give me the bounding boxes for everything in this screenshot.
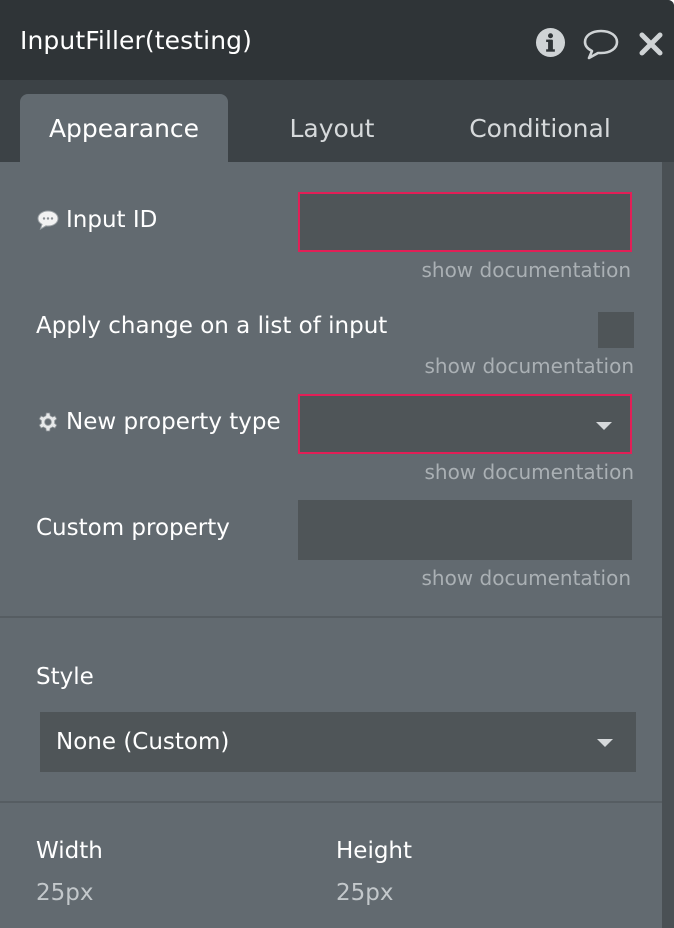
input-id-show-documentation[interactable]: show documentation: [421, 258, 631, 282]
width-label: Width: [36, 838, 103, 864]
speech-bubble-icon: [37, 210, 59, 231]
section-divider: [0, 616, 662, 618]
style-label: Style: [36, 664, 94, 690]
new-property-type-show-documentation[interactable]: show documentation: [424, 460, 634, 484]
chevron-down-icon: [597, 739, 613, 747]
tab-appearance[interactable]: Appearance: [20, 94, 228, 162]
comment-icon[interactable]: [582, 28, 620, 60]
height-label-text: Height: [336, 838, 413, 864]
custom-property-label-text: Custom property: [36, 515, 230, 541]
custom-property-show-documentation[interactable]: show documentation: [421, 566, 631, 590]
input-id-label-text: Input ID: [66, 207, 158, 233]
custom-property-label: Custom property: [36, 515, 230, 541]
height-value[interactable]: 25px: [336, 880, 393, 906]
tab-bar: Appearance Layout Conditional: [0, 80, 674, 162]
new-property-type-label: New property type: [36, 409, 281, 435]
apply-list-show-documentation[interactable]: show documentation: [424, 354, 634, 378]
input-id-label: Input ID: [36, 207, 157, 233]
tab-conditional[interactable]: Conditional: [436, 94, 644, 162]
apply-list-label: Apply change on a list of input: [36, 313, 387, 339]
style-selected-value: None (Custom): [56, 729, 230, 755]
apply-list-label-text: Apply change on a list of input: [36, 313, 388, 339]
width-value[interactable]: 25px: [36, 880, 93, 906]
close-icon[interactable]: [638, 31, 664, 57]
chevron-down-icon: [596, 422, 612, 430]
apply-list-checkbox[interactable]: [598, 312, 634, 348]
custom-property-field[interactable]: [298, 500, 632, 560]
input-id-field[interactable]: [298, 192, 632, 252]
panel-title: InputFiller(testing): [20, 26, 252, 55]
new-property-type-dropdown[interactable]: [298, 394, 632, 454]
new-property-type-label-text: New property type: [66, 409, 281, 435]
title-bar[interactable]: InputFiller(testing): [0, 0, 674, 80]
scrollbar[interactable]: [662, 162, 674, 928]
tab-layout[interactable]: Layout: [228, 94, 436, 162]
property-editor-panel: InputFiller(testing) Appearance Layout C…: [0, 0, 674, 928]
style-label-text: Style: [36, 664, 94, 690]
height-label: Height: [336, 838, 412, 864]
gear-icon: [38, 412, 58, 432]
info-icon[interactable]: [535, 27, 566, 58]
style-dropdown[interactable]: None (Custom): [40, 712, 636, 772]
section-divider: [0, 801, 662, 803]
width-label-text: Width: [36, 838, 103, 864]
